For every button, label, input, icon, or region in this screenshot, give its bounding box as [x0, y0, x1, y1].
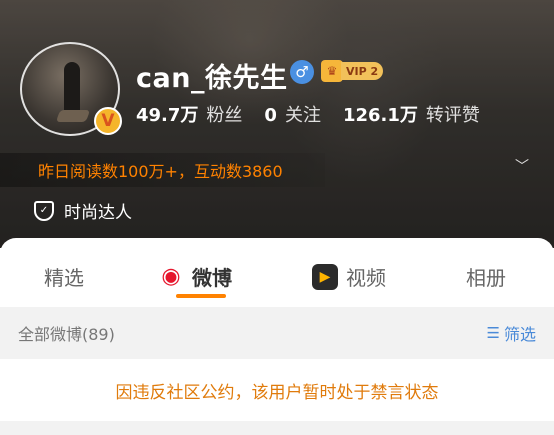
vip-badge[interactable]: ♛ VIP 2: [321, 59, 384, 83]
stat-label: 粉丝: [206, 105, 243, 126]
tab-label: 视频: [346, 266, 386, 290]
ban-notice: 因违反社区公约，该用户暂时处于禁言状态: [0, 359, 554, 421]
stat-interactions[interactable]: 126.1万 转评赞: [343, 101, 480, 127]
profile-tag: ✓ 时尚达人: [34, 198, 132, 223]
tag-label: 时尚达人: [64, 203, 132, 223]
crown-icon: ♛: [321, 60, 343, 82]
video-icon: ▶: [312, 263, 338, 290]
feed-area: 全部微博(89) ☰ 筛选 因违反社区公约，该用户暂时处于禁言状态: [0, 307, 554, 435]
vip-label: VIP 2: [341, 62, 384, 80]
filter-button[interactable]: ☰ 筛选: [487, 321, 536, 345]
profile-stats: 49.7万 粉丝 0 关注 126.1万 转评赞: [136, 101, 502, 127]
filter-icon: ☰: [486, 324, 500, 342]
content-panel: 精选 ◉ 微博 ▶ 视频 相册 全部微博(89) ☰ 筛选 因违反社区公约，该用…: [0, 238, 554, 435]
weibo-icon: ◉: [161, 264, 181, 289]
profile-tabs: 精选 ◉ 微博 ▶ 视频 相册: [0, 252, 554, 300]
stat-label: 转评赞: [425, 105, 480, 126]
post-count: 全部微博(89): [18, 325, 115, 344]
feed-header: 全部微博(89) ☰ 筛选: [0, 307, 554, 359]
active-tab-indicator: [176, 294, 226, 298]
tab-video[interactable]: ▶ 视频: [312, 262, 386, 291]
tab-label: 微博: [192, 266, 232, 290]
profile-name: can_徐先生: [136, 63, 288, 94]
stat-value: 126.1万: [342, 105, 418, 126]
avatar-figure-legs: [55, 110, 91, 122]
tab-album[interactable]: 相册: [466, 262, 506, 291]
chevron-down-icon[interactable]: ﹀: [512, 156, 532, 176]
read-summary: 昨日阅读数100万+，互动数3860: [0, 153, 325, 187]
tab-weibo[interactable]: ◉ 微博: [158, 262, 232, 291]
tab-label: 精选: [44, 266, 84, 290]
stat-followers[interactable]: 49.7万 粉丝: [136, 101, 242, 127]
shield-icon: ✓: [34, 200, 54, 221]
verified-badge-icon: V: [94, 107, 122, 135]
tab-featured[interactable]: 精选: [44, 262, 84, 291]
stat-label: 关注: [284, 105, 321, 126]
tab-label: 相册: [466, 266, 506, 290]
stat-following[interactable]: 0 关注: [264, 101, 321, 127]
stat-value: 49.7万: [136, 105, 199, 126]
male-icon: ♂: [290, 60, 314, 84]
filter-label: 筛选: [503, 325, 536, 344]
stat-value: 0: [264, 105, 277, 126]
